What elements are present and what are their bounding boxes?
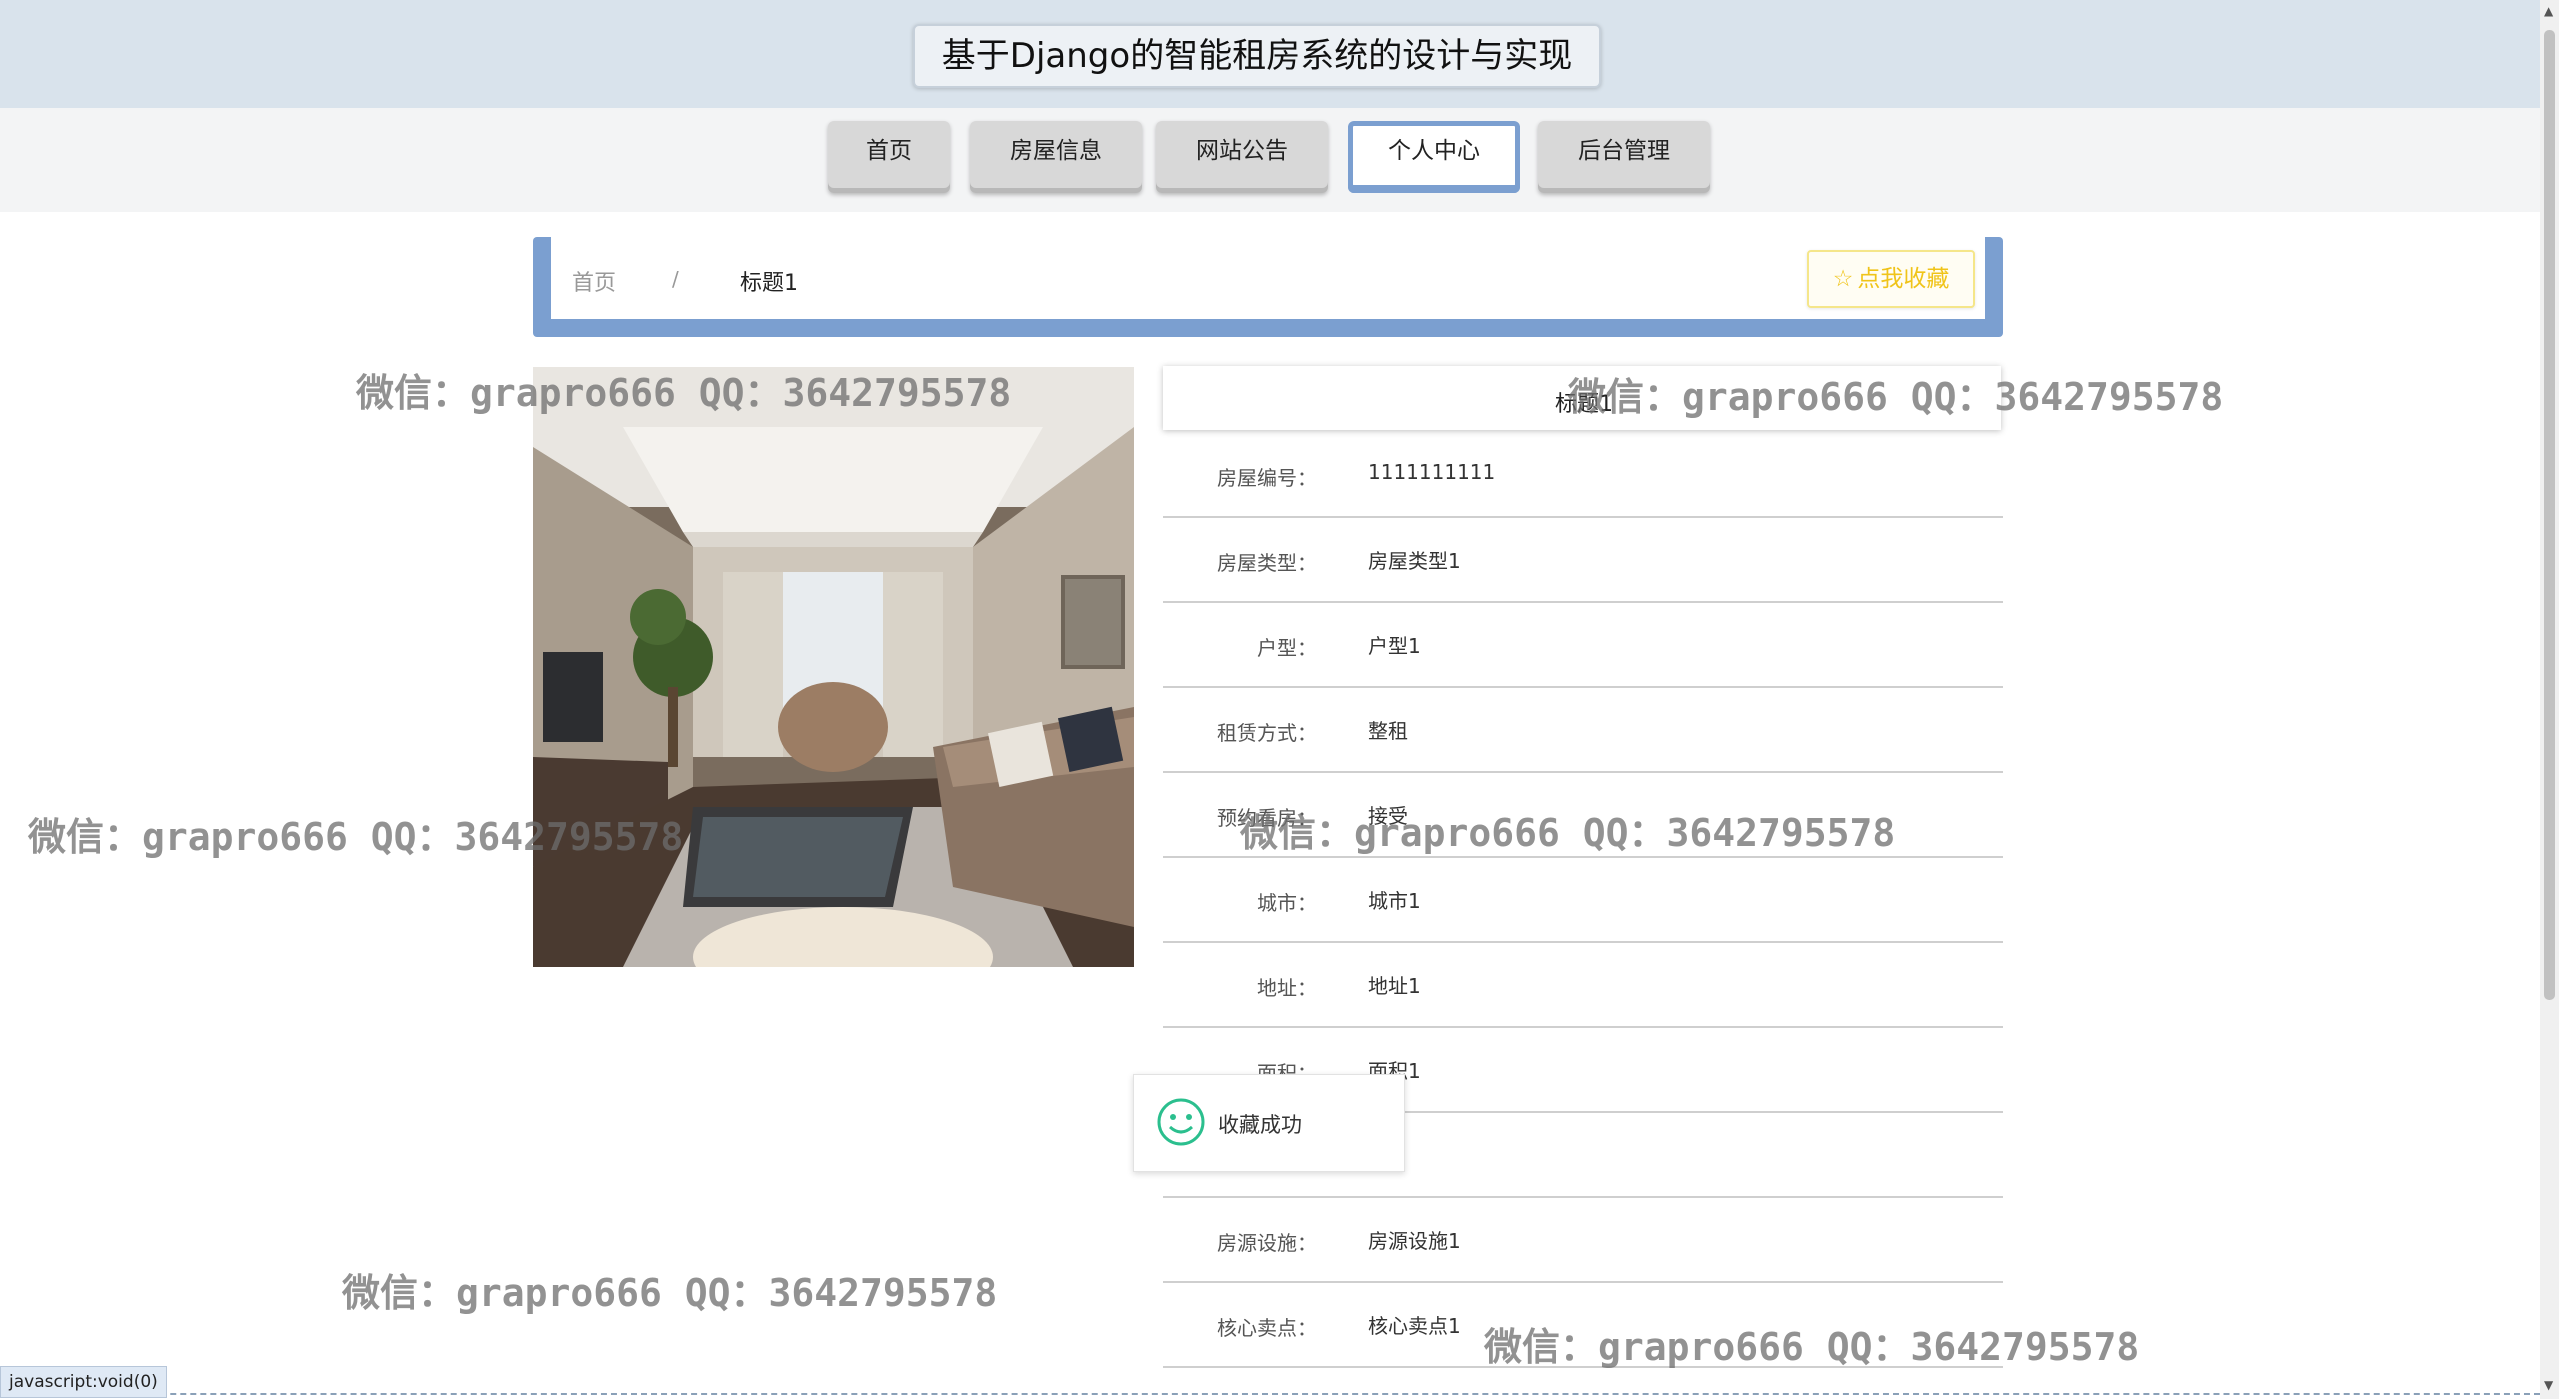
scroll-up-icon[interactable]: ▲	[2544, 4, 2553, 18]
detail-value: 房屋类型1	[1368, 549, 1461, 573]
nav-item-home[interactable]: 首页	[828, 121, 950, 193]
detail-label: 城市：	[1257, 891, 1317, 915]
detail-value: 核心卖点1	[1368, 1314, 1461, 1338]
site-title: 基于Django的智能租房系统的设计与实现	[913, 24, 1601, 88]
detail-label: 户型：	[1257, 636, 1317, 660]
house-photo	[533, 367, 1134, 967]
toast-message: 收藏成功	[1133, 1074, 1405, 1172]
detail-value: 1111111111	[1368, 460, 1496, 484]
nav-bar: 首页 房屋信息 网站公告 个人中心 后台管理	[0, 108, 2540, 212]
detail-label: 核心卖点：	[1217, 1316, 1317, 1340]
detail-row-rent-mode: 租赁方式： 整租	[1163, 687, 2003, 773]
detail-row-facilities: 房源设施： 房源设施1	[1163, 1197, 2003, 1283]
toast-text: 收藏成功	[1218, 1113, 1302, 1137]
smile-icon	[1157, 1098, 1205, 1146]
detail-value: 户型1	[1368, 634, 1421, 658]
collect-button-label: 点我收藏	[1857, 266, 1950, 292]
breadcrumb-current: 标题1	[740, 271, 798, 296]
detail-label: 租赁方式：	[1217, 721, 1317, 745]
nav-item-personal-center[interactable]: 个人中心	[1348, 121, 1520, 193]
detail-row-house-number: 房屋编号： 1111111111	[1163, 432, 2003, 518]
detail-value: 城市1	[1368, 889, 1421, 913]
detail-label: 预约看房：	[1217, 806, 1317, 830]
nav-item-announcements[interactable]: 网站公告	[1156, 121, 1328, 193]
detail-row-selling-points: 核心卖点： 核心卖点1	[1163, 1282, 2003, 1368]
detail-label: 地址：	[1257, 976, 1317, 1000]
watermark: 微信：grapro666 QQ：3642795578	[342, 1271, 998, 1315]
nav-item-admin[interactable]: 后台管理	[1538, 121, 1710, 193]
detail-label: 房源设施：	[1217, 1231, 1317, 1255]
scrollbar-thumb[interactable]	[2544, 30, 2555, 1000]
detail-label: 房屋类型：	[1217, 551, 1317, 575]
status-bar-url: javascript:void(0)	[0, 1366, 167, 1398]
detail-label: 房屋编号：	[1217, 466, 1317, 490]
divider	[0, 1393, 2540, 1395]
star-icon: ☆	[1832, 266, 1854, 292]
detail-row-layout: 户型： 户型1	[1163, 602, 2003, 688]
breadcrumb-home-link[interactable]: 首页	[572, 265, 616, 297]
detail-value: 房源设施1	[1368, 1229, 1461, 1253]
scroll-down-icon[interactable]: ▼	[2544, 1378, 2553, 1392]
nav-item-house-info[interactable]: 房屋信息	[970, 121, 1142, 193]
detail-value: 接受	[1368, 804, 1408, 828]
detail-value: 整租	[1368, 719, 1408, 743]
detail-title: 标题1	[1555, 392, 1613, 417]
detail-row-city: 城市： 城市1	[1163, 857, 2003, 943]
detail-row-viewing: 预约看房： 接受	[1163, 772, 2003, 858]
detail-value: 地址1	[1368, 974, 1421, 998]
collect-button[interactable]: ☆ 点我收藏	[1807, 250, 1975, 308]
detail-row-address: 地址： 地址1	[1163, 942, 2003, 1028]
detail-row-house-type: 房屋类型： 房屋类型1	[1163, 517, 2003, 603]
header: 基于Django的智能租房系统的设计与实现	[0, 0, 2540, 108]
breadcrumb-separator: /	[672, 267, 679, 291]
